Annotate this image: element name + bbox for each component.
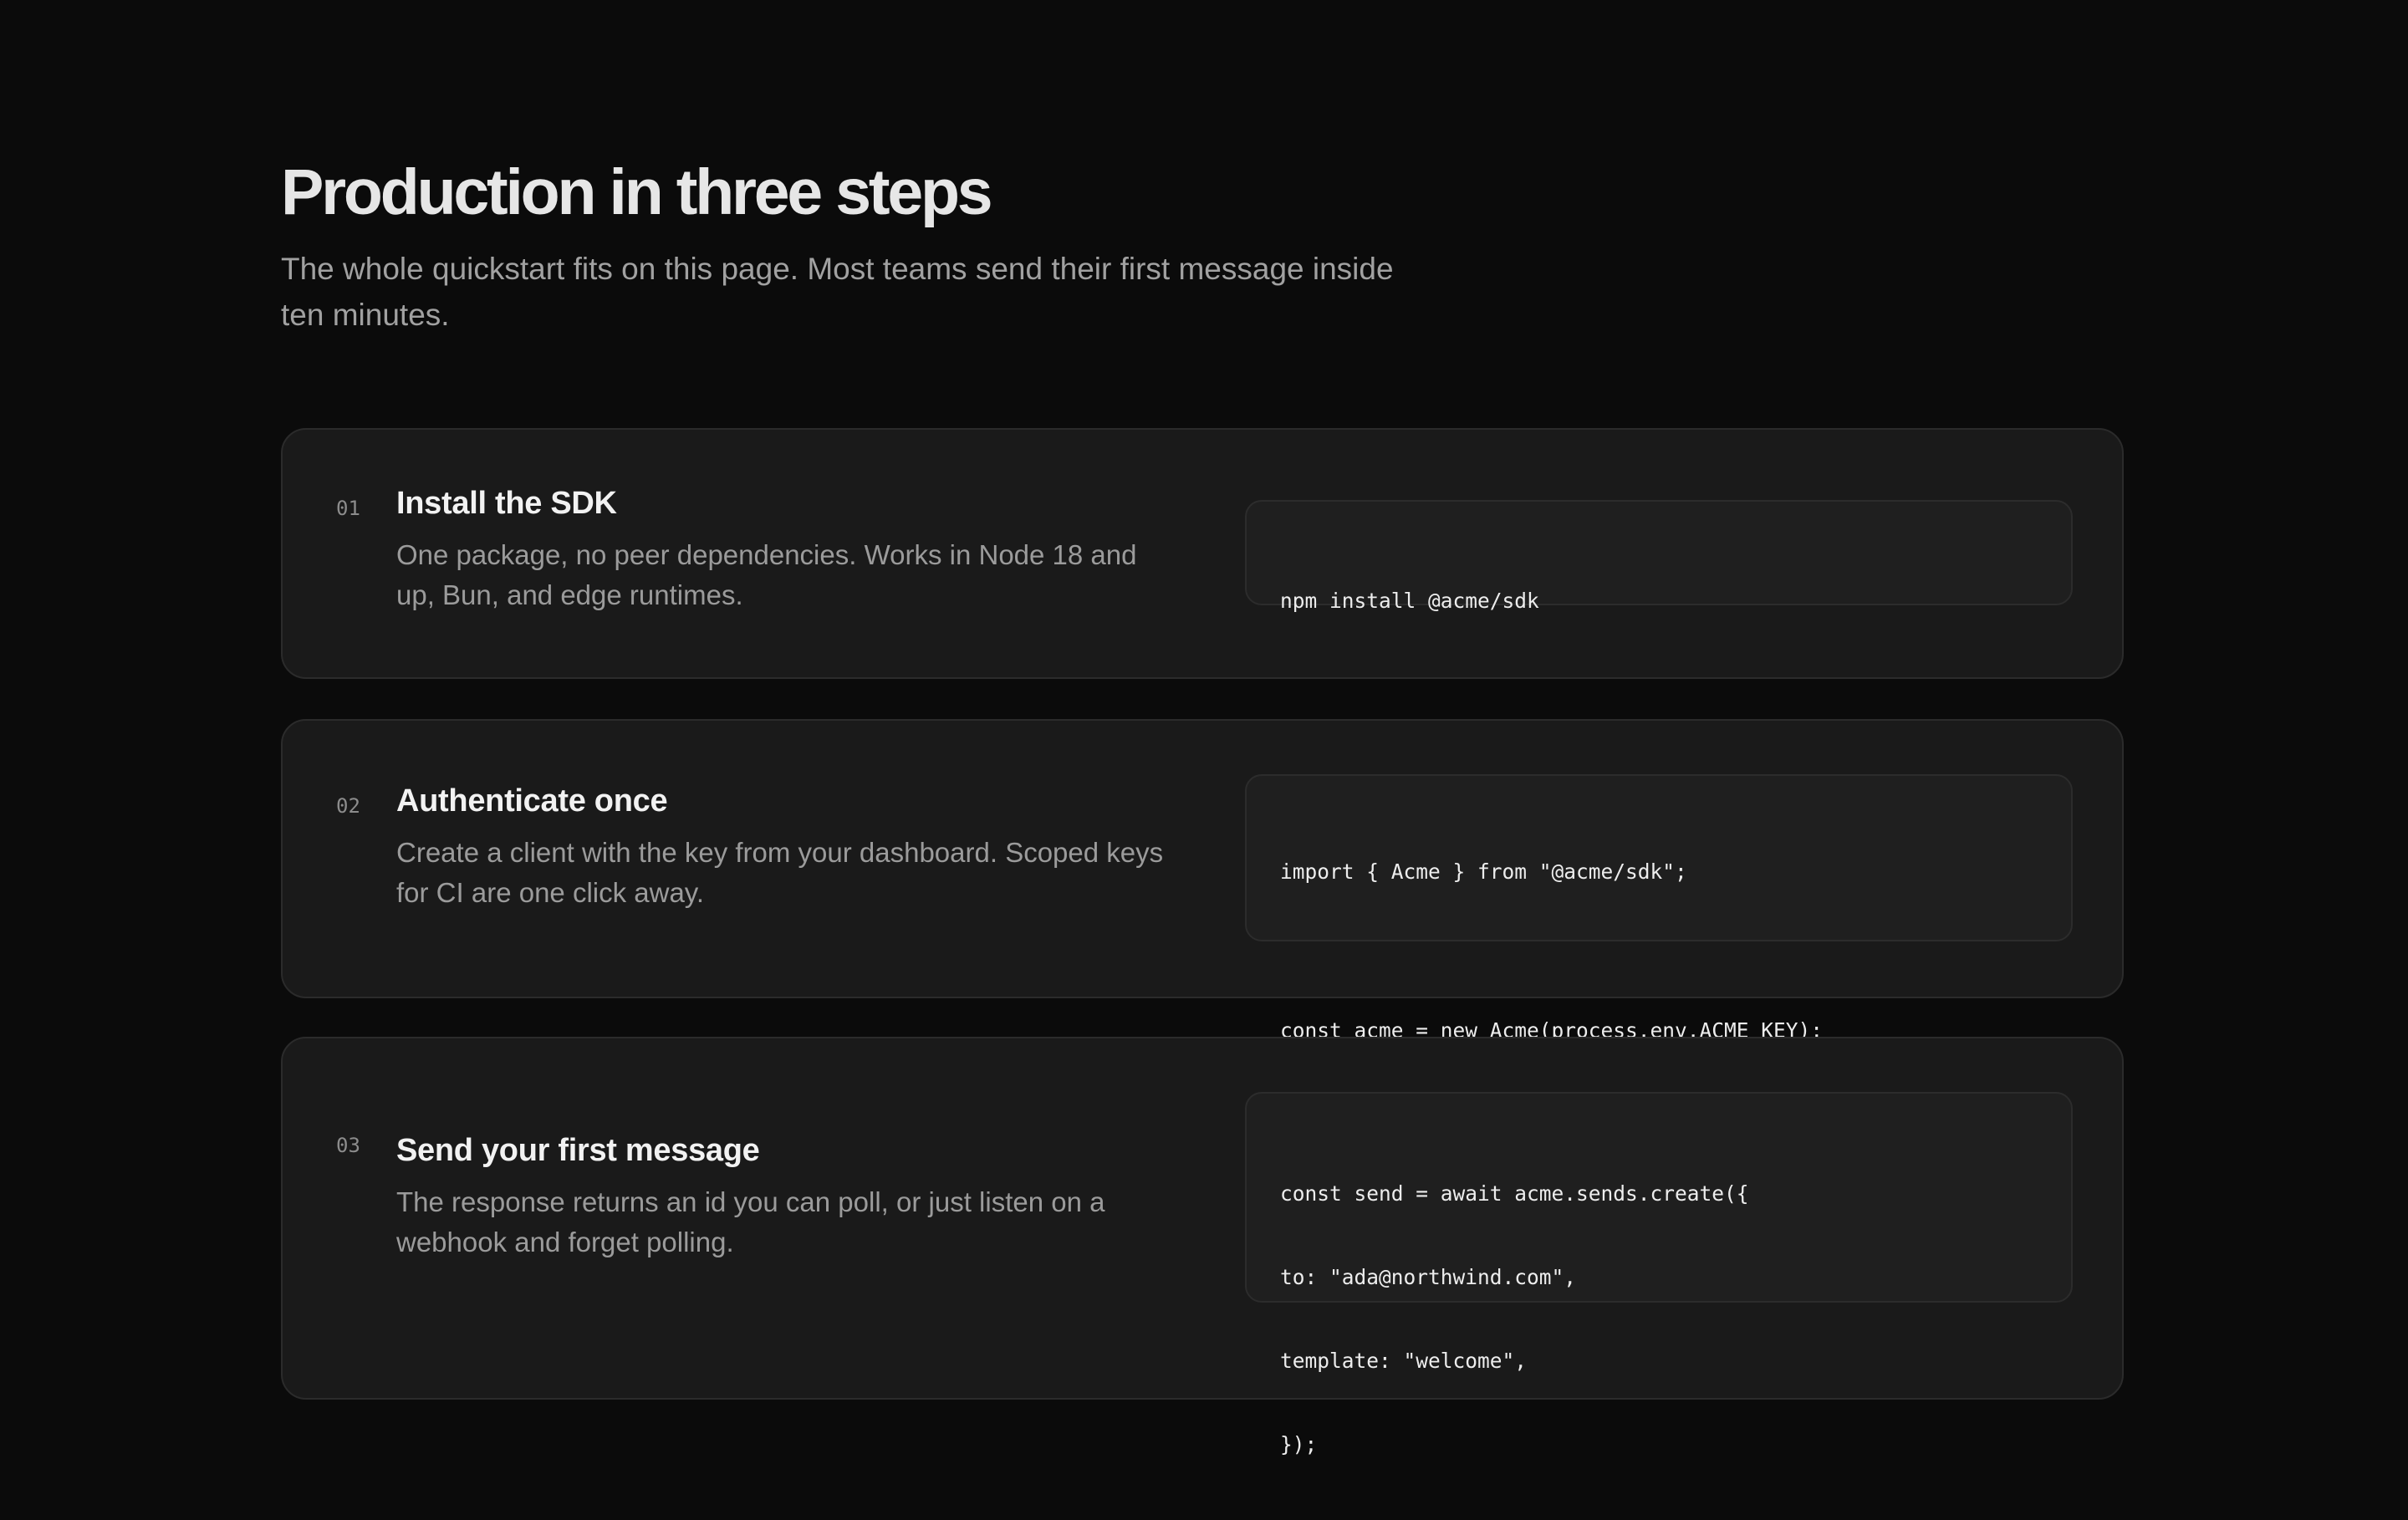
step-card-send: 03 Send your first message The response … <box>281 1037 2124 1456</box>
quickstart-section: Production in three steps The whole quic… <box>281 156 2127 1456</box>
step-text: Authenticate once Create a client with t… <box>396 781 1182 913</box>
page-title: Production in three steps <box>281 156 993 228</box>
code-line: const send = await acme.sends.create({ <box>1280 1181 1749 1206</box>
page-subtitle: The whole quickstart fits on this page. … <box>281 252 1394 332</box>
code-line: to: "ada@northwind.com", <box>1280 1265 1577 1289</box>
step-description: One package, no peer dependencies. Works… <box>396 539 1137 610</box>
code-block-authenticate[interactable]: import { Acme } from "@acme/sdk"; const … <box>1245 774 2073 1043</box>
step-number: 01 <box>336 497 360 520</box>
code-line: import { Acme } from "@acme/sdk"; <box>1280 859 1687 884</box>
step-text: Send your first message The response ret… <box>396 1130 1182 1262</box>
code-line: }); <box>1280 1432 1318 1456</box>
code-line: npm install @acme/sdk <box>1280 589 1539 613</box>
step-number: 02 <box>336 794 360 818</box>
step-title: Install the SDK <box>396 486 617 521</box>
step-description: Create a client with the key from your d… <box>396 837 1164 908</box>
step-text: Install the SDK One package, no peer dep… <box>396 483 1182 615</box>
step-card-authenticate: 02 Authenticate once Create a client wit… <box>281 719 2124 1043</box>
code-line: template: "welcome", <box>1280 1349 1528 1373</box>
step-card-install: 01 Install the SDK One package, no peer … <box>281 428 2124 679</box>
code-block-install[interactable]: npm install @acme/sdk <box>1245 500 2073 613</box>
step-number: 03 <box>336 1134 360 1157</box>
code-block-send[interactable]: const send = await acme.sends.create({ t… <box>1245 1092 2073 1456</box>
step-description: The response returns an id you can poll,… <box>396 1186 1105 1257</box>
step-title: Authenticate once <box>396 783 668 819</box>
step-title: Send your first message <box>396 1133 760 1168</box>
